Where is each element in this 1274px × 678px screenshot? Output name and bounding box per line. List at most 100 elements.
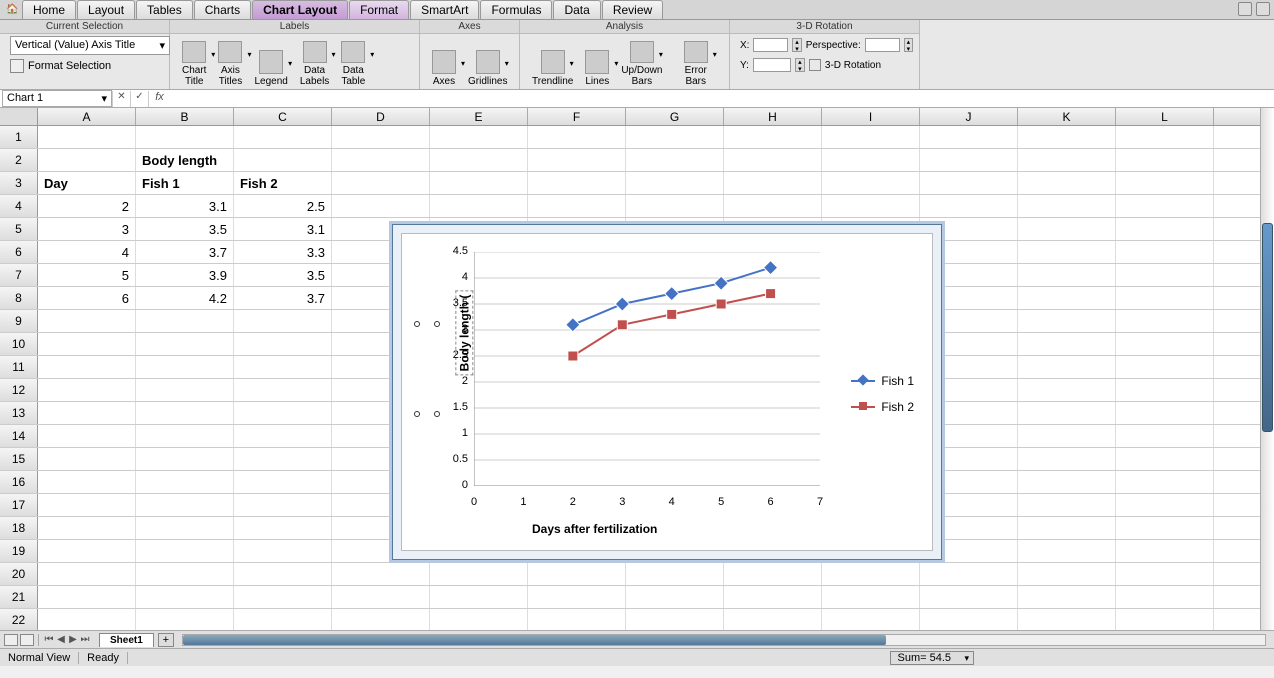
x-axis-title[interactable]: Days after fertilization xyxy=(532,522,657,536)
row-header[interactable]: 18 xyxy=(0,517,38,539)
row-header[interactable]: 3 xyxy=(0,172,38,194)
next-sheet-icon[interactable]: ▶ xyxy=(67,634,79,645)
cell[interactable] xyxy=(1116,379,1214,401)
cell[interactable] xyxy=(38,586,136,608)
cell[interactable] xyxy=(1018,379,1116,401)
home-icon[interactable]: 🏠 xyxy=(6,4,18,15)
tab-review[interactable]: Review xyxy=(602,0,663,19)
cell[interactable] xyxy=(1018,241,1116,263)
row-header[interactable]: 13 xyxy=(0,402,38,424)
cell[interactable]: 2.5 xyxy=(234,195,332,217)
row-header[interactable]: 16 xyxy=(0,471,38,493)
cell[interactable] xyxy=(38,540,136,562)
cell[interactable] xyxy=(136,402,234,424)
cell[interactable] xyxy=(136,379,234,401)
name-box[interactable]: Chart 1 ▾ xyxy=(2,90,112,107)
cell[interactable] xyxy=(528,563,626,585)
cell[interactable] xyxy=(1018,195,1116,217)
cell[interactable] xyxy=(38,494,136,516)
prev-sheet-icon[interactable]: ◀ xyxy=(55,634,67,645)
cell[interactable] xyxy=(234,126,332,148)
row-header[interactable]: 2 xyxy=(0,149,38,171)
cell[interactable] xyxy=(1116,126,1214,148)
cell[interactable] xyxy=(136,540,234,562)
data-labels-button[interactable]: Data Labels xyxy=(296,39,333,89)
cell[interactable] xyxy=(38,356,136,378)
row-header[interactable]: 22 xyxy=(0,609,38,630)
col-header[interactable]: B xyxy=(136,108,234,125)
lines-button[interactable]: Lines xyxy=(581,39,613,89)
cell[interactable] xyxy=(1018,563,1116,585)
cell[interactable] xyxy=(1116,448,1214,470)
cell[interactable] xyxy=(1018,540,1116,562)
cell[interactable] xyxy=(626,195,724,217)
settings-icon[interactable] xyxy=(1256,2,1270,16)
cell[interactable]: 3.5 xyxy=(136,218,234,240)
tab-smartart[interactable]: SmartArt xyxy=(410,0,479,19)
legend-item[interactable]: Fish 1 xyxy=(851,374,914,388)
cell[interactable]: 5 xyxy=(38,264,136,286)
row-header[interactable]: 11 xyxy=(0,356,38,378)
cell[interactable] xyxy=(136,356,234,378)
tab-formulas[interactable]: Formulas xyxy=(480,0,552,19)
rot-x-input[interactable] xyxy=(753,38,788,52)
cell[interactable] xyxy=(136,126,234,148)
cell[interactable] xyxy=(1018,218,1116,240)
col-header[interactable]: J xyxy=(920,108,1018,125)
first-sheet-icon[interactable]: ⏮ xyxy=(43,634,55,645)
cell[interactable] xyxy=(38,609,136,630)
row-header[interactable]: 12 xyxy=(0,379,38,401)
cell[interactable] xyxy=(528,609,626,630)
cell[interactable] xyxy=(724,586,822,608)
cell[interactable] xyxy=(136,609,234,630)
cell[interactable]: Day xyxy=(38,172,136,194)
error-bars-button[interactable]: Error Bars xyxy=(670,39,721,89)
row-header[interactable]: 14 xyxy=(0,425,38,447)
cell[interactable]: 3.3 xyxy=(234,241,332,263)
tab-chart-layout[interactable]: Chart Layout xyxy=(252,0,348,19)
cell[interactable] xyxy=(1018,448,1116,470)
tab-home[interactable]: Home xyxy=(22,0,76,19)
cell[interactable] xyxy=(38,517,136,539)
cell[interactable] xyxy=(528,195,626,217)
cell[interactable]: 3 xyxy=(38,218,136,240)
cell[interactable] xyxy=(1018,586,1116,608)
sum-display[interactable]: Sum= 54.5 xyxy=(890,651,974,665)
cell[interactable] xyxy=(626,609,724,630)
cell[interactable] xyxy=(920,563,1018,585)
cell[interactable] xyxy=(724,172,822,194)
cell[interactable] xyxy=(430,149,528,171)
cell[interactable]: 3.5 xyxy=(234,264,332,286)
cell[interactable] xyxy=(1018,310,1116,332)
cell[interactable]: 3.1 xyxy=(234,218,332,240)
cell[interactable] xyxy=(1116,218,1214,240)
legend-button[interactable]: Legend xyxy=(250,39,291,89)
col-header[interactable]: K xyxy=(1018,108,1116,125)
chart-area[interactable]: Body length ( 00.511.522.533.544.5 01234… xyxy=(401,233,933,551)
cell[interactable] xyxy=(332,126,430,148)
cell[interactable]: 3.7 xyxy=(136,241,234,263)
cell[interactable] xyxy=(38,563,136,585)
cell[interactable] xyxy=(38,448,136,470)
scroll-thumb[interactable] xyxy=(1262,223,1273,432)
chart-object[interactable]: Body length ( 00.511.522.533.544.5 01234… xyxy=(392,224,942,560)
fx-icon[interactable]: fx xyxy=(148,91,166,107)
tab-data[interactable]: Data xyxy=(553,0,600,19)
cell[interactable] xyxy=(136,563,234,585)
cell[interactable] xyxy=(1116,586,1214,608)
cell[interactable] xyxy=(822,195,920,217)
cell[interactable] xyxy=(724,195,822,217)
cell[interactable] xyxy=(1018,287,1116,309)
cell[interactable] xyxy=(1018,609,1116,630)
cell[interactable] xyxy=(234,149,332,171)
cell[interactable] xyxy=(136,494,234,516)
cell[interactable] xyxy=(430,563,528,585)
cell[interactable] xyxy=(528,586,626,608)
cell[interactable] xyxy=(38,126,136,148)
cell[interactable] xyxy=(234,448,332,470)
row-header[interactable]: 10 xyxy=(0,333,38,355)
cell[interactable] xyxy=(38,471,136,493)
col-header[interactable]: A xyxy=(38,108,136,125)
cell[interactable] xyxy=(136,517,234,539)
cell[interactable] xyxy=(234,379,332,401)
